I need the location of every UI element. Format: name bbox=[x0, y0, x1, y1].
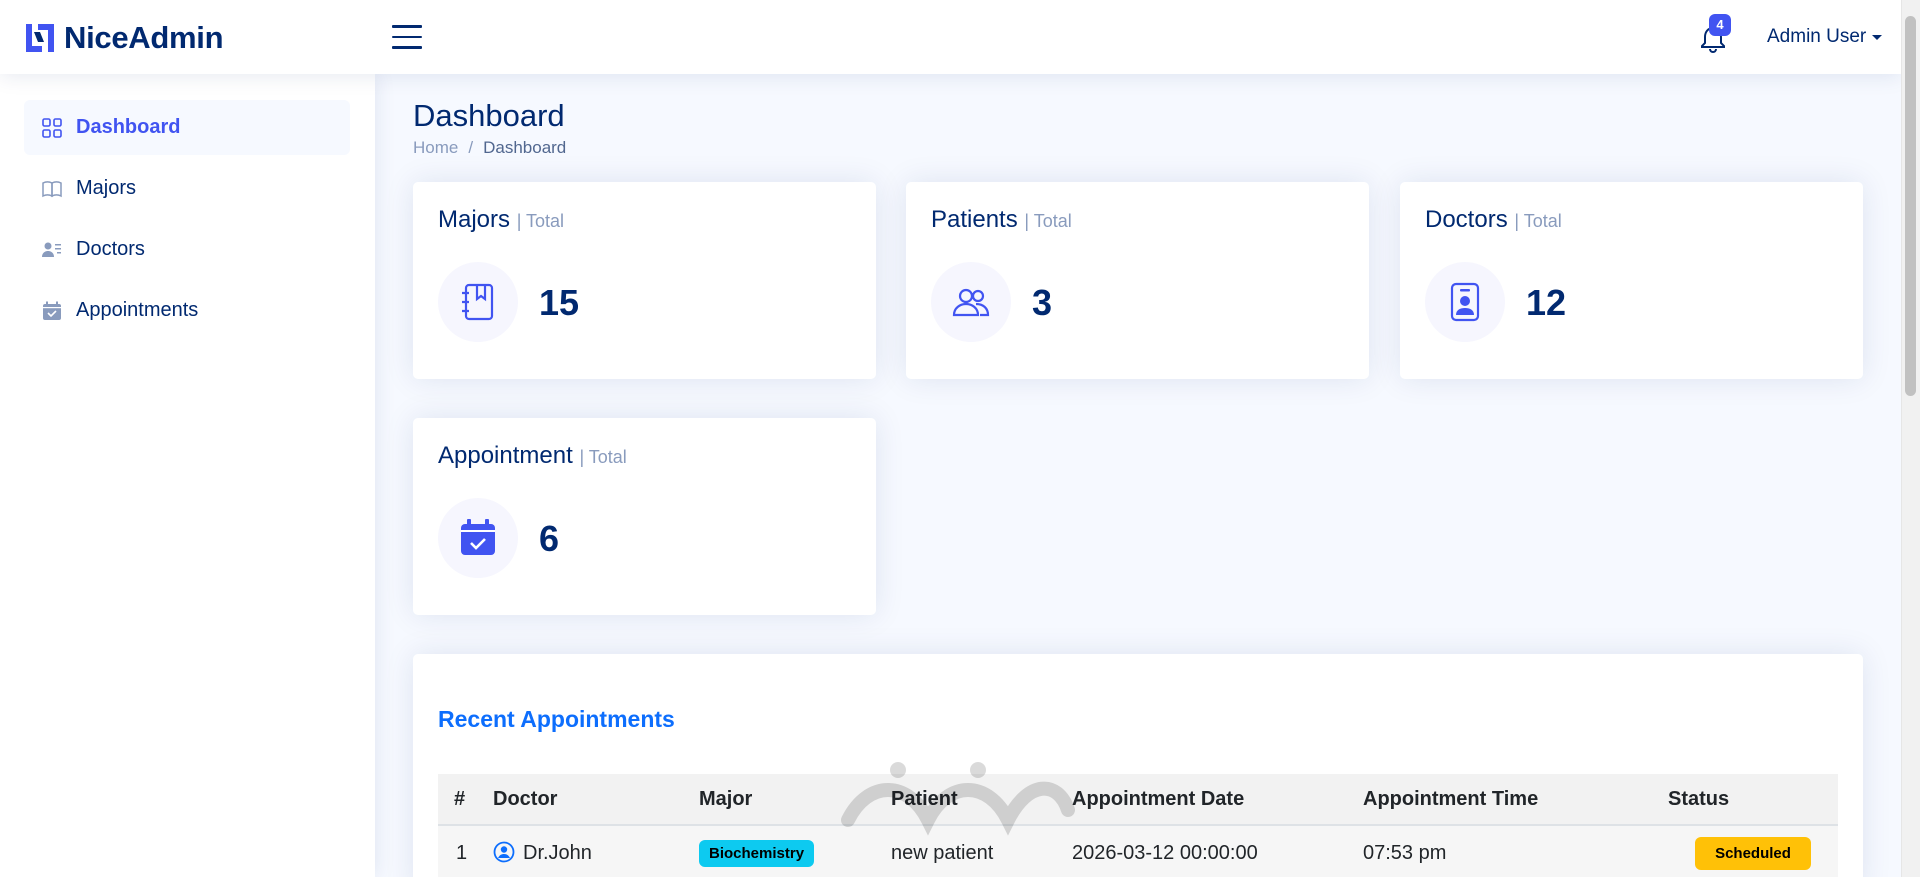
breadcrumb-current: Dashboard bbox=[483, 138, 567, 157]
sidebar: Dashboard Majors Doctors Appointments bbox=[0, 74, 375, 877]
appointments-card: Appointment | Total 6 bbox=[413, 418, 876, 615]
column-header: Appointment Time bbox=[1363, 774, 1668, 826]
card-title: Majors | Total bbox=[438, 206, 564, 234]
notification-badge: 4 bbox=[1709, 14, 1731, 36]
sidebar-toggle-button[interactable] bbox=[392, 25, 422, 49]
card-value: 15 bbox=[539, 282, 580, 323]
doctor-cell: Dr.John bbox=[493, 825, 699, 877]
grid-icon bbox=[42, 117, 62, 138]
breadcrumb: Home / Dashboard bbox=[413, 138, 566, 158]
card-value: 3 bbox=[1032, 282, 1053, 323]
calendar-check-fill-icon bbox=[461, 519, 495, 555]
person-circle-icon bbox=[493, 841, 515, 863]
card-icon-circle bbox=[931, 262, 1011, 342]
people-icon bbox=[952, 288, 990, 317]
sidebar-item-appointments[interactable]: Appointments bbox=[24, 283, 350, 338]
top-header: NiceAdmin 4 Admin User bbox=[0, 0, 1901, 74]
card-title-text: Majors bbox=[438, 206, 511, 233]
row-number: 1 bbox=[438, 825, 493, 877]
card-subtitle: | Total bbox=[1024, 211, 1072, 231]
card-title: Patients | Total bbox=[931, 206, 1072, 234]
user-name: Admin User bbox=[1767, 26, 1867, 47]
column-header: Patient bbox=[891, 774, 1072, 826]
sidebar-item-label: Dashboard bbox=[76, 116, 181, 138]
column-header: # bbox=[438, 774, 493, 826]
book-icon bbox=[42, 180, 62, 197]
menu-line bbox=[392, 35, 422, 38]
card-title-text: Patients bbox=[931, 206, 1018, 233]
column-header: Status bbox=[1668, 774, 1838, 826]
card-value: 12 bbox=[1526, 282, 1567, 323]
brand-name: NiceAdmin bbox=[64, 20, 224, 55]
table-row[interactable]: 1 Dr.John Biochemistry new patient 2026-… bbox=[438, 825, 1838, 877]
patient-cell: new patient bbox=[891, 825, 1072, 877]
card-icon-circle bbox=[438, 262, 518, 342]
status-cell: Scheduled bbox=[1668, 825, 1838, 877]
sidebar-item-label: Majors bbox=[76, 177, 137, 199]
column-header: Doctor bbox=[493, 774, 699, 826]
card-subtitle: | Total bbox=[579, 447, 627, 467]
appointments-table: # Doctor Major Patient Appointment Date … bbox=[438, 774, 1838, 877]
caret-down-icon bbox=[1872, 34, 1883, 40]
breadcrumb-separator: / bbox=[468, 138, 474, 157]
card-subtitle: | Total bbox=[1514, 211, 1562, 231]
table-header-row: # Doctor Major Patient Appointment Date … bbox=[438, 774, 1838, 826]
recent-appointments-card: Recent Appointments # Doctor Major Patie… bbox=[413, 654, 1863, 877]
column-header: Appointment Date bbox=[1072, 774, 1363, 826]
status-badge: Scheduled bbox=[1695, 836, 1811, 870]
breadcrumb-home-link[interactable]: Home bbox=[413, 138, 458, 158]
user-menu[interactable]: Admin User bbox=[1767, 26, 1883, 48]
sidebar-item-majors[interactable]: Majors bbox=[24, 161, 350, 216]
card-title: Doctors | Total bbox=[1425, 206, 1562, 234]
major-badge: Biochemistry bbox=[699, 839, 815, 867]
card-title-text: Doctors bbox=[1425, 206, 1508, 233]
sidebar-item-label: Appointments bbox=[76, 299, 199, 321]
brand-logo[interactable]: NiceAdmin bbox=[24, 20, 224, 56]
time-cell: 07:53 pm bbox=[1363, 825, 1668, 877]
card-value: 6 bbox=[539, 518, 560, 559]
journal-bookmark-icon bbox=[462, 283, 494, 321]
card-icon-circle bbox=[1425, 262, 1505, 342]
card-icon-circle bbox=[438, 498, 518, 578]
major-cell: Biochemistry bbox=[699, 825, 891, 877]
person-lines-icon bbox=[42, 242, 61, 257]
menu-line bbox=[392, 25, 422, 28]
menu-line bbox=[392, 46, 422, 49]
doctor-name: Dr.John bbox=[523, 842, 592, 864]
doctors-card: Doctors | Total 12 bbox=[1400, 182, 1863, 379]
card-title-text: Appointment bbox=[438, 442, 573, 469]
scrollbar-thumb[interactable] bbox=[1905, 16, 1916, 396]
card-title: Appointment | Total bbox=[438, 442, 627, 470]
majors-card: Majors | Total 15 bbox=[413, 182, 876, 379]
page-scrollbar[interactable] bbox=[1901, 0, 1920, 877]
page-title: Dashboard bbox=[413, 98, 565, 133]
sidebar-item-dashboard[interactable]: Dashboard bbox=[24, 100, 350, 155]
column-header: Major bbox=[699, 774, 891, 826]
sidebar-item-doctors[interactable]: Doctors bbox=[24, 222, 350, 277]
person-badge-icon bbox=[1450, 282, 1480, 322]
section-title: Recent Appointments bbox=[438, 706, 675, 732]
card-subtitle: | Total bbox=[516, 211, 565, 231]
date-cell: 2026-03-12 00:00:00 bbox=[1072, 825, 1363, 877]
logo-mark-icon bbox=[26, 24, 54, 52]
sidebar-item-label: Doctors bbox=[76, 238, 145, 260]
calendar-check-icon bbox=[43, 301, 61, 320]
patients-card: Patients | Total 3 bbox=[906, 182, 1369, 379]
